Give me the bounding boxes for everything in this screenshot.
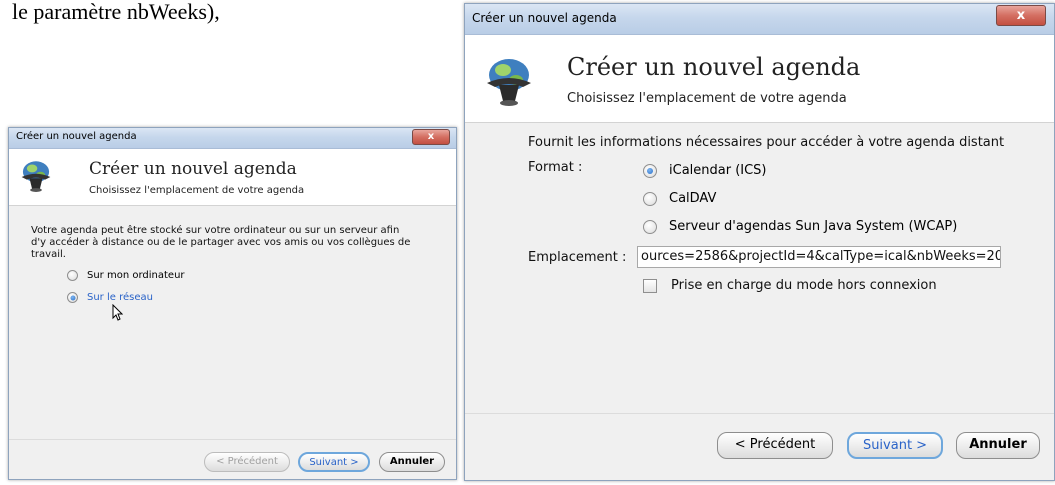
sunbird-calendar-icon (21, 161, 51, 192)
offline-checkbox-row[interactable]: Prise en charge du mode hors connexion (643, 278, 937, 293)
info-text: Fournit les informations nécessaires pou… (528, 135, 1005, 150)
wizard-footer: < Précédent Suivant > Annuler (465, 413, 1054, 480)
radio-label: Sur le réseau (87, 292, 153, 303)
radio-button[interactable] (67, 270, 78, 281)
header-subtitle: Choisissez l'emplacement de votre agenda (567, 91, 847, 106)
format-option-wcap[interactable]: Serveur d'agendas Sun Java System (WCAP) (643, 219, 957, 234)
wizard-window-remote: Créer un nouvel agenda x Créer un nouvel… (464, 3, 1055, 481)
titlebar: Créer un nouvel agenda x (9, 128, 456, 149)
window-title: Créer un nouvel agenda (16, 131, 137, 142)
next-button[interactable]: Suivant > (298, 452, 370, 472)
radio-button-selected[interactable] (643, 163, 657, 178)
wizard-footer: < Précédent Suivant > Annuler (9, 439, 456, 479)
radio-label: Serveur d'agendas Sun Java System (WCAP) (669, 219, 958, 234)
document-text-fragment: le paramètre nbWeeks), (12, 0, 220, 24)
radio-label: iCalendar (ICS) (669, 163, 767, 178)
format-label: Format : (528, 160, 583, 175)
mouse-pointer-icon (112, 304, 123, 321)
cancel-button[interactable]: Annuler (379, 452, 445, 472)
location-input[interactable]: ources=2586&projectId=4&calType=ical&nbW… (637, 246, 1001, 268)
description-text: Votre agenda peut être stocké sur votre … (31, 225, 411, 260)
offline-checkbox[interactable] (643, 278, 657, 293)
wizard-window-location: Créer un nouvel agenda x Créer un nouvel… (8, 127, 457, 480)
radio-button[interactable] (643, 191, 657, 206)
radio-button[interactable] (643, 219, 657, 234)
radio-option-network[interactable]: Sur le réseau (67, 292, 153, 303)
wizard-header: Créer un nouvel agenda Choisissez l'empl… (465, 35, 1054, 123)
close-button[interactable]: x (996, 5, 1046, 26)
wizard-header: Créer un nouvel agenda Choisissez l'empl… (9, 149, 456, 206)
header-title: Créer un nouvel agenda (567, 53, 861, 81)
radio-button-selected[interactable] (67, 292, 78, 303)
cancel-button[interactable]: Annuler (956, 432, 1040, 459)
next-button[interactable]: Suivant > (847, 432, 943, 459)
titlebar: Créer un nouvel agenda x (465, 4, 1054, 35)
header-subtitle: Choisissez l'emplacement de votre agenda (89, 185, 305, 196)
radio-label: Sur mon ordinateur (87, 270, 185, 281)
window-title: Créer un nouvel agenda (472, 11, 617, 25)
header-title: Créer un nouvel agenda (89, 159, 297, 179)
previous-button[interactable]: < Précédent (204, 452, 290, 472)
format-option-ics[interactable]: iCalendar (ICS) (643, 163, 767, 178)
radio-option-local[interactable]: Sur mon ordinateur (67, 270, 185, 281)
radio-label: CalDAV (669, 191, 717, 206)
location-label: Emplacement : (528, 250, 627, 265)
format-option-caldav[interactable]: CalDAV (643, 191, 716, 206)
previous-button[interactable]: < Précédent (717, 432, 833, 459)
close-button[interactable]: x (412, 129, 450, 145)
offline-label: Prise en charge du mode hors connexion (671, 278, 937, 293)
sunbird-calendar-icon (487, 59, 531, 106)
